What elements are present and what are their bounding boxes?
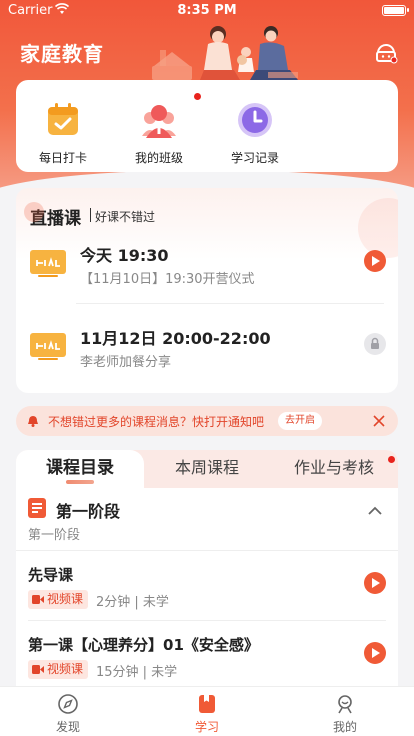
tab-label: 学习 [194,720,219,734]
status-bar: Carrier 8:35 PM [0,0,414,22]
compass-icon [58,694,78,714]
homework-badge-dot [388,456,395,463]
close-icon[interactable] [372,414,386,428]
live-item-desc: 【11月10日】19:30开营仪式 [80,272,255,287]
battery-icon [382,5,409,16]
bell-icon [28,416,38,427]
tab-mine[interactable]: 我的 [305,693,385,735]
bottom-tab-bar: 发现 学习 我的 [0,686,414,736]
lock-icon [364,333,386,355]
play-icon[interactable] [364,250,386,272]
book-icon [199,695,215,713]
video-icon [32,595,44,604]
document-icon [28,498,46,518]
quick-actions-card: 每日打卡 我的班级 学习记录 [16,80,398,172]
daily-checkin-label: 每日打卡 [38,151,87,165]
live-tv-icon [30,250,66,277]
badge-label: 视频课 [47,592,84,606]
live-item-desc: 李老师加餐分享 [80,355,172,370]
study-record-label: 学习记录 [230,151,279,165]
daily-checkin-button[interactable]: 每日打卡 [18,100,108,166]
video-badge: 视频课 [28,590,89,609]
tab-label: 作业与考核 [293,458,374,477]
profile-icon [338,695,352,714]
lesson-title: 先导课 [28,566,74,584]
tab-label: 发现 [55,720,80,734]
class-group-icon [142,105,176,138]
lesson-item[interactable]: 先导课 视频课 2分钟 | 未学 [28,564,386,624]
live-course-card: 直播课 好课不错过 今天 19:30 【11月10日】19:30开营仪式 11月… [16,188,398,393]
lesson-item[interactable]: 第一课【心理养分】01《安全感》 视频课 15分钟 | 未学 [28,634,386,694]
tab-label: 课程目录 [46,458,114,478]
page-title: 家庭教育 [20,42,104,66]
play-icon[interactable] [364,572,386,594]
stage-title: 第一阶段 [56,502,121,521]
live-item-time: 11月12日 20:00-22:00 [80,329,271,348]
status-time: 8:35 PM [177,3,237,18]
live-item[interactable]: 今天 19:30 【11月10日】19:30开营仪式 [30,238,386,298]
lesson-meta: 15分钟 | 未学 [96,665,178,680]
my-class-badge-dot [194,93,201,100]
lesson-title: 第一课【心理养分】01《安全感》 [28,636,259,654]
active-tab-indicator [66,480,94,484]
course-tabs: 课程目录 本周课程 作业与考核 [16,450,398,488]
tab-label: 我的 [332,720,357,734]
study-record-button[interactable]: 学习记录 [210,100,300,166]
customer-service-icon[interactable] [374,40,398,64]
live-tv-icon [30,333,66,360]
live-subtitle: 好课不错过 [95,210,156,224]
live-title: 直播课 [24,202,81,229]
tab-homework[interactable]: 作业与考核 [270,450,398,488]
tab-discover[interactable]: 发现 [28,693,108,735]
video-badge: 视频课 [28,660,89,679]
tab-catalog[interactable]: 课程目录 [16,450,144,488]
lesson-meta: 2分钟 | 未学 [96,595,169,610]
notification-banner: 不想错过更多的课程消息？快打开通知吧 去开启 [16,406,398,436]
tab-this-week[interactable]: 本周课程 [144,450,270,488]
live-item-time: 今天 19:30 [80,246,169,265]
stage-subtitle: 第一阶段 [28,528,81,543]
calendar-check-icon [48,103,78,135]
live-item[interactable]: 11月12日 20:00-22:00 李老师加餐分享 [30,321,386,381]
my-class-button[interactable]: 我的班级 [114,100,204,166]
my-class-label: 我的班级 [134,151,183,165]
notification-text: 不想错过更多的课程消息？快打开通知吧 [48,415,265,429]
family-illustration [152,26,298,80]
enable-notification-button[interactable]: 去开启 [278,412,322,430]
divider [76,303,384,304]
clock-icon [238,103,272,137]
video-icon [32,665,44,674]
title-separator [90,208,91,222]
tab-label: 本周课程 [174,458,239,477]
course-card: 课程目录 本周课程 作业与考核 第一阶段 第一阶段 先导课 视频课 2分钟 | … [16,450,398,700]
chevron-up-icon[interactable] [368,506,382,516]
badge-label: 视频课 [47,662,84,676]
divider [16,550,398,551]
divider [28,620,386,621]
play-icon[interactable] [364,642,386,664]
tab-study[interactable]: 学习 [167,693,247,735]
